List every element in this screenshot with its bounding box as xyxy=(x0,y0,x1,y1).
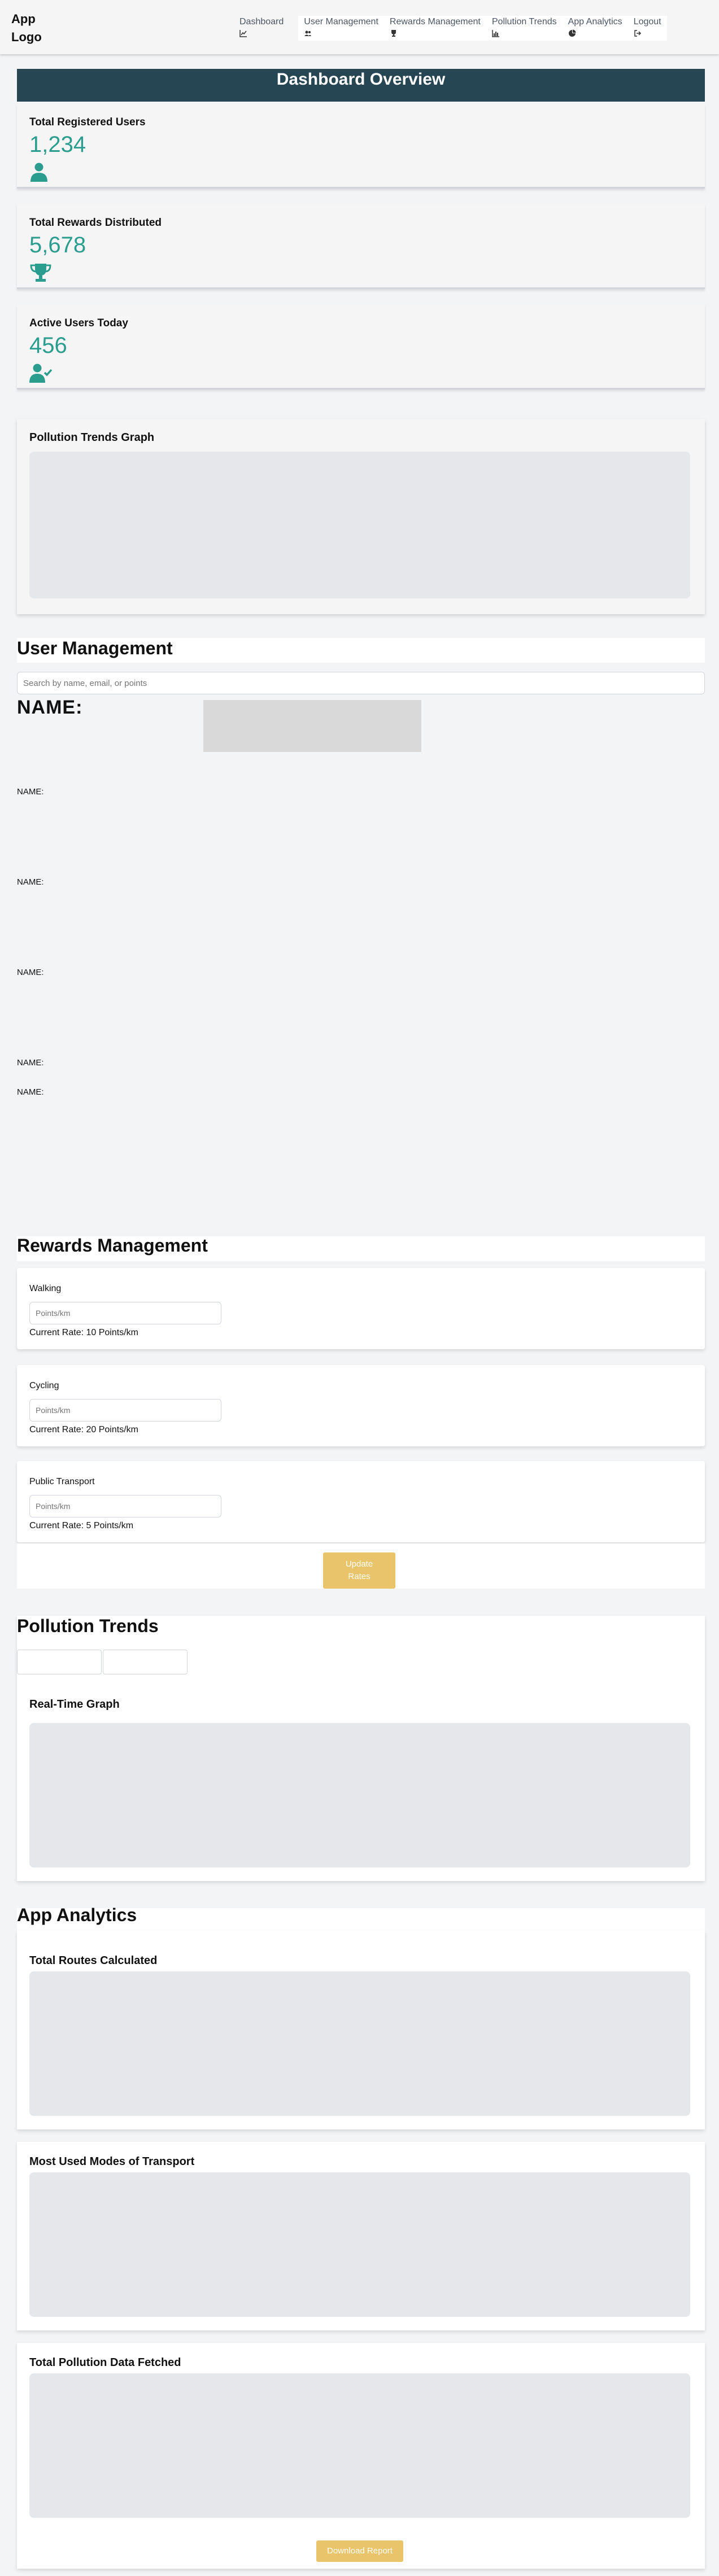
users-icon xyxy=(304,29,312,37)
pollution-trends-title: Pollution Trends xyxy=(17,1616,159,1636)
trophy-icon xyxy=(390,29,398,37)
nav-user-management[interactable]: User Management xyxy=(298,16,384,41)
analytics-card-title: Most Used Modes of Transport xyxy=(29,2155,195,2168)
user-name-row: NAME: xyxy=(17,877,44,887)
reward-card-cycling: Cycling Current Rate: 20 Points/km xyxy=(17,1365,705,1446)
routes-chart xyxy=(29,1971,690,2116)
user-search-input[interactable] xyxy=(17,672,705,694)
user-name-header: NAME: xyxy=(17,697,83,718)
graph-title: Pollution Trends Graph xyxy=(29,431,155,444)
nav-logout[interactable]: Logout xyxy=(628,16,667,41)
main-nav: Dashboard User Management Rewards Manage… xyxy=(234,16,667,41)
pollution-trends-graph-card: Pollution Trends Graph xyxy=(17,419,705,614)
reward-points-input[interactable] xyxy=(29,1302,221,1324)
reward-current-rate: Current Rate: 20 Points/km xyxy=(29,1425,138,1434)
nav-rewards-management[interactable]: Rewards Management xyxy=(384,16,486,41)
nav-pollution-trends-label: Pollution Trends xyxy=(491,17,557,27)
nav-app-analytics-label: App Analytics xyxy=(568,17,622,27)
nav-user-management-label: User Management xyxy=(304,17,378,27)
user-name-row: NAME: xyxy=(17,1087,44,1097)
reward-current-rate: Current Rate: 5 Points/km xyxy=(29,1521,134,1530)
real-time-graph-title: Real-Time Graph xyxy=(29,1698,120,1711)
app-analytics-title: App Analytics xyxy=(17,1905,137,1925)
dashboard-title: Dashboard Overview xyxy=(17,69,705,102)
chart-line-icon xyxy=(239,29,247,37)
reward-points-input[interactable] xyxy=(29,1495,221,1517)
pollution-data-chart xyxy=(29,2373,690,2518)
nav-rewards-management-label: Rewards Management xyxy=(389,17,481,27)
nav-dashboard-label: Dashboard xyxy=(239,17,284,27)
top-nav-bar: App Logo Dashboard User Management Rewar… xyxy=(0,0,719,54)
reward-current-rate: Current Rate: 10 Points/km xyxy=(29,1328,138,1337)
nav-logout-label: Logout xyxy=(633,17,661,27)
analytics-card-title: Total Pollution Data Fetched xyxy=(29,2356,181,2369)
end-date-input[interactable] xyxy=(103,1650,188,1674)
reward-mode-label: Walking xyxy=(29,1284,62,1293)
nav-pollution-trends[interactable]: Pollution Trends xyxy=(486,16,563,41)
update-rates-button[interactable]: Update Rates xyxy=(323,1552,395,1589)
user-management-title: User Management xyxy=(17,638,173,658)
download-report-button[interactable]: Download Report xyxy=(316,2540,403,2562)
stat-value: 5,678 xyxy=(29,233,86,257)
stat-card-registered-users: Total Registered Users 1,234 xyxy=(17,104,705,189)
real-time-graph xyxy=(29,1723,690,1868)
stat-card-rewards-distributed: Total Rewards Distributed 5,678 xyxy=(17,204,705,289)
start-date-input[interactable] xyxy=(17,1650,102,1674)
nav-dashboard[interactable]: Dashboard xyxy=(234,16,290,41)
nav-app-analytics[interactable]: App Analytics xyxy=(562,16,628,41)
stat-value: 456 xyxy=(29,333,67,358)
update-rates-label: Rates xyxy=(348,1572,371,1581)
stat-card-active-users: Active Users Today 456 xyxy=(17,305,705,390)
stat-value: 1,234 xyxy=(29,132,86,157)
reward-card-walking: Walking Current Rate: 10 Points/km xyxy=(17,1268,705,1349)
user-name-row: NAME: xyxy=(17,968,44,977)
rewards-management-title: Rewards Management xyxy=(17,1235,208,1256)
trophy-icon xyxy=(29,263,52,282)
analytics-card-title: Total Routes Calculated xyxy=(29,1954,158,1967)
user-icon xyxy=(29,163,52,182)
stat-label: Total Registered Users xyxy=(29,116,146,128)
reward-mode-label: Public Transport xyxy=(29,1477,95,1486)
user-image-placeholder xyxy=(203,700,421,752)
user-name-row: NAME: xyxy=(17,1058,44,1068)
stat-label: Total Rewards Distributed xyxy=(29,217,162,229)
chart-pie-icon xyxy=(568,29,576,37)
update-rates-label: Update xyxy=(345,1559,373,1569)
reward-points-input[interactable] xyxy=(29,1399,221,1422)
app-logo: App Logo xyxy=(11,12,42,44)
user-check-icon xyxy=(29,364,52,383)
stat-label: Active Users Today xyxy=(29,317,128,329)
reward-mode-label: Cycling xyxy=(29,1381,59,1390)
pollution-trends-graph xyxy=(29,452,690,598)
transport-modes-chart xyxy=(29,2172,690,2317)
chart-bar-icon xyxy=(492,29,500,37)
reward-card-public-transport: Public Transport Current Rate: 5 Points/… xyxy=(17,1461,705,1542)
sign-out-icon xyxy=(634,29,642,37)
user-name-row: NAME: xyxy=(17,787,44,797)
